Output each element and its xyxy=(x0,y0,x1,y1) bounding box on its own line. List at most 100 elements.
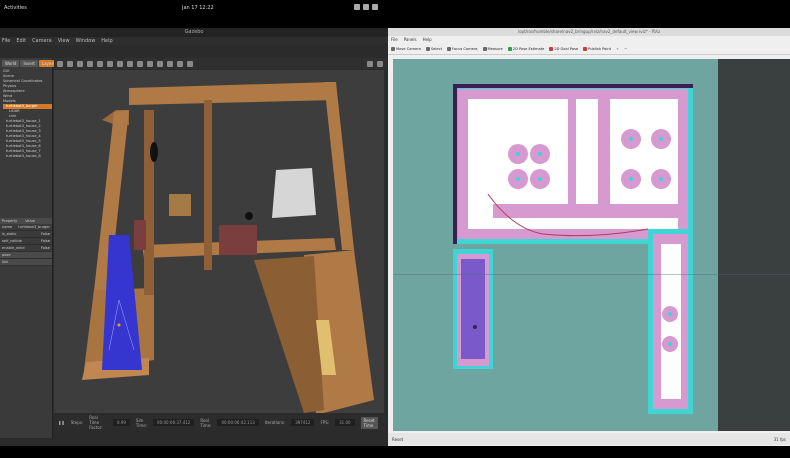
light-icon[interactable] xyxy=(147,60,153,67)
world-tree: GUI Scene Spherical Coordinates Physics … xyxy=(0,69,52,159)
tool-focus-camera[interactable]: Focus Camera xyxy=(446,46,478,51)
goal-arrow-icon xyxy=(549,46,554,51)
pause-icon[interactable]: ❚❚ xyxy=(58,420,65,425)
tool-measure[interactable]: Measure xyxy=(482,46,503,51)
property-row[interactable]: enable_wind False xyxy=(0,245,52,252)
property-value: False xyxy=(40,239,50,243)
copy-icon[interactable] xyxy=(157,60,163,67)
sim-time-value: 00:00:06:37.412 xyxy=(153,419,195,426)
menu-window[interactable]: Window xyxy=(76,37,96,45)
sim-time-label: Sim Time: xyxy=(135,417,148,428)
rviz-toolbar: Move Camera Select Focus Camera Measure … xyxy=(388,43,790,55)
menu-file[interactable]: File xyxy=(2,37,10,45)
scale-mode-icon[interactable] xyxy=(87,60,93,67)
cylinder-shape-icon[interactable] xyxy=(137,60,143,67)
gazebo-status-bar: ❚❚ Steps: Real Time Factor: 0.99 Sim Tim… xyxy=(54,415,388,430)
iterations-label: Iterations: xyxy=(264,420,286,425)
menu-file[interactable]: File xyxy=(391,36,398,43)
volume-icon[interactable] xyxy=(363,4,369,10)
add-tool-icon[interactable]: + xyxy=(616,47,619,51)
menu-camera[interactable]: Camera xyxy=(32,37,52,45)
screenshot-icon[interactable] xyxy=(367,60,373,67)
plant-pot xyxy=(150,142,158,162)
rtf-label: Real Time Factor: xyxy=(89,415,103,430)
tree-item[interactable]: turtlebot3_house_8 xyxy=(3,154,52,159)
reset-time-button[interactable]: Reset Time xyxy=(360,416,378,429)
iterations-value: 397412 xyxy=(291,419,315,426)
tool-label: Select xyxy=(430,46,442,51)
tool-label: Publish Point xyxy=(588,46,612,51)
reset-button[interactable]: Reset xyxy=(392,437,403,442)
menu-help[interactable]: Help xyxy=(101,37,112,45)
tab-world[interactable]: World xyxy=(2,60,20,67)
property-row[interactable]: self_collide False xyxy=(0,238,52,245)
property-key: enable_wind xyxy=(2,246,25,250)
redo-icon[interactable] xyxy=(107,60,113,67)
brick-block xyxy=(134,220,146,250)
menu-panels[interactable]: Panels xyxy=(404,36,417,43)
clock[interactable]: Jan 17 12:22 xyxy=(182,5,214,11)
menu-view[interactable]: View xyxy=(58,37,70,45)
obstacle-wall xyxy=(453,84,693,88)
property-key: link xyxy=(2,260,9,264)
rtf-value: 0.99 xyxy=(113,419,130,426)
ruler-icon xyxy=(482,46,487,51)
inflation xyxy=(598,99,610,209)
property-row[interactable]: pose xyxy=(0,252,52,259)
rotate-mode-icon[interactable] xyxy=(77,60,83,67)
fps-readout: 31 fps xyxy=(773,436,786,442)
rviz-3d-view[interactable] xyxy=(393,59,790,431)
translate-mode-icon[interactable] xyxy=(67,60,73,67)
tool-label: Measure xyxy=(487,46,503,51)
property-row[interactable]: link xyxy=(0,259,52,266)
select-icon xyxy=(425,46,430,51)
tool-label: 2D Pose Estimate xyxy=(512,46,545,51)
real-time-value: 00:00:06:42.113 xyxy=(217,419,259,426)
gazebo-menubar: File Edit Camera View Window Help xyxy=(0,37,388,45)
tool-move-camera[interactable]: Move Camera xyxy=(391,46,421,51)
menu-edit[interactable]: Edit xyxy=(16,37,26,45)
remove-tool-icon[interactable]: − xyxy=(624,47,627,51)
tab-insert[interactable]: Insert xyxy=(20,60,38,67)
point-icon xyxy=(583,46,588,51)
robot-marker xyxy=(117,323,121,327)
tool-2d-pose-estimate[interactable]: 2D Pose Estimate xyxy=(507,46,545,51)
inflation xyxy=(493,204,683,218)
gazebo-window: Gazebo File Edit Camera View Window Help… xyxy=(0,28,388,446)
align-icon[interactable] xyxy=(177,60,183,67)
network-icon[interactable] xyxy=(354,4,360,10)
record-icon[interactable] xyxy=(377,60,383,67)
paste-icon[interactable] xyxy=(167,60,173,67)
snap-icon[interactable] xyxy=(187,60,193,67)
tool-publish-point[interactable]: Publish Point xyxy=(583,46,612,51)
obstacle-wall xyxy=(453,84,457,244)
costmap-view xyxy=(393,59,790,431)
sphere-shape-icon[interactable] xyxy=(127,60,133,67)
undo-icon[interactable] xyxy=(97,60,103,67)
value-col: Value xyxy=(25,219,36,223)
robot-footprint xyxy=(473,325,477,329)
tool-2d-goal-pose[interactable]: 2D Goal Pose xyxy=(549,46,579,51)
box-shape-icon[interactable] xyxy=(117,60,123,67)
property-panel: Property Value name turtlebot3_burger is_… xyxy=(0,218,52,266)
property-row[interactable]: name turtlebot3_burger xyxy=(0,224,52,231)
tool-select[interactable]: Select xyxy=(425,46,442,51)
power-icon[interactable] xyxy=(372,4,378,10)
activities-button[interactable]: Activities xyxy=(4,5,27,11)
select-mode-icon[interactable] xyxy=(57,60,63,67)
real-time-label: Real Time: xyxy=(200,417,212,428)
gazebo-panel-tabs: World Insert Layers xyxy=(0,58,59,69)
gazebo-3d-viewport[interactable] xyxy=(54,70,384,415)
property-row[interactable]: is_static False xyxy=(0,231,52,238)
tool-label: 2D Goal Pose xyxy=(554,46,579,51)
property-value: False xyxy=(40,246,50,250)
table-white xyxy=(272,168,316,218)
interior-wall xyxy=(144,110,154,295)
brick-block xyxy=(219,225,257,255)
menu-help[interactable]: Help xyxy=(423,36,432,43)
rviz-title: /opt/ros/humble/share/nav2_bringup/rviz/… xyxy=(388,28,790,36)
robot-model xyxy=(245,212,253,220)
cabinet xyxy=(169,194,191,216)
gazebo-toolbar xyxy=(54,58,387,69)
tool-label: Move Camera xyxy=(396,46,421,51)
